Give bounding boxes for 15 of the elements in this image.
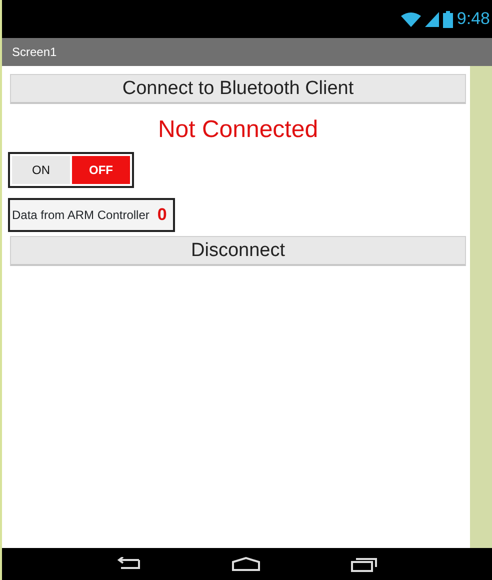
wifi-icon <box>400 12 421 26</box>
screen-title: Screen1 <box>12 44 57 61</box>
connection-status: Not Connected <box>156 115 320 145</box>
clock-time: 9:48 <box>456 8 490 30</box>
disconnect-button[interactable]: Disconnect <box>10 236 466 266</box>
back-icon[interactable] <box>117 557 142 571</box>
toggle-option[interactable]: ON <box>12 156 70 184</box>
data-value: 0 <box>157 204 167 226</box>
data-label: Data from ARM Controller <box>12 206 150 224</box>
connect-button[interactable]: Connect to Bluetooth Client <box>10 74 466 104</box>
recent-apps-icon[interactable] <box>350 556 377 572</box>
toggle-option[interactable]: OFF <box>72 156 130 184</box>
signal-icon <box>424 12 439 26</box>
battery-icon <box>442 10 453 28</box>
home-icon[interactable] <box>232 557 260 571</box>
